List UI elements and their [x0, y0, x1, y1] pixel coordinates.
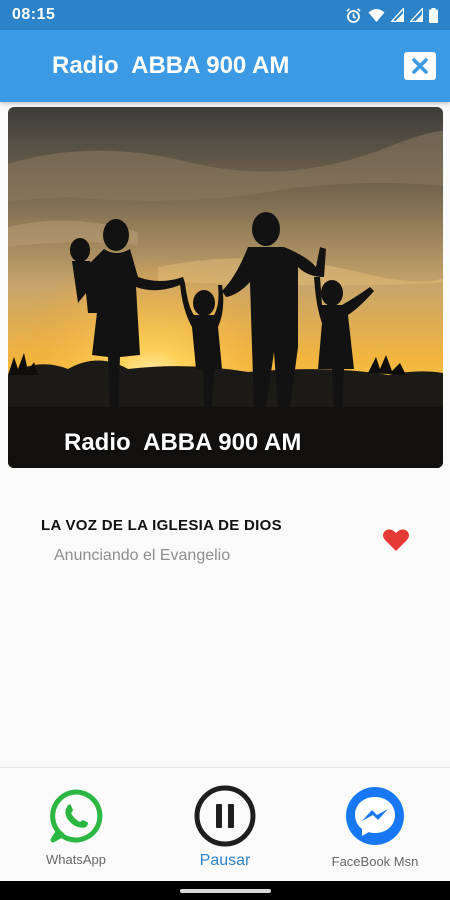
program-subtitle: Anunciando el Evangelio — [54, 547, 231, 564]
status-bar: 08:15 — [0, 0, 450, 30]
whatsapp-button[interactable]: WhatsApp — [36, 788, 116, 867]
cover-image: Radio ABBA 900 AM — [8, 107, 443, 468]
home-handle[interactable] — [180, 889, 271, 893]
messenger-button[interactable]: FaceBook Msn — [322, 786, 428, 869]
alarm-icon — [346, 7, 361, 23]
app-bar: Radio ABBA 900 AM — [0, 30, 450, 102]
pause-button[interactable]: Pausar — [175, 784, 275, 870]
close-icon — [412, 58, 428, 74]
status-time: 08:15 — [12, 6, 56, 23]
pause-icon — [194, 785, 256, 847]
app-title: Radio ABBA 900 AM — [52, 52, 290, 79]
whatsapp-icon — [50, 789, 103, 843]
family-silhouette-image — [8, 107, 443, 468]
whatsapp-label: WhatsApp — [46, 852, 106, 867]
close-button[interactable] — [404, 52, 436, 80]
messenger-label: FaceBook Msn — [331, 854, 419, 869]
bottom-action-bar: WhatsApp Pausar FaceBook Msn — [0, 767, 450, 881]
system-nav-bar — [0, 881, 450, 900]
status-icons — [345, 7, 438, 24]
wifi-icon — [368, 8, 385, 22]
pause-label: Pausar — [199, 852, 251, 869]
messenger-icon — [346, 787, 404, 845]
signal-icon — [410, 8, 423, 22]
program-title: LA VOZ DE LA IGLESIA DE DIOS — [41, 517, 282, 534]
battery-icon — [429, 7, 438, 23]
signal-icon — [391, 8, 404, 22]
cover-caption: Radio ABBA 900 AM — [64, 429, 302, 456]
favorite-button[interactable] — [382, 528, 410, 552]
heart-icon — [383, 529, 409, 551]
